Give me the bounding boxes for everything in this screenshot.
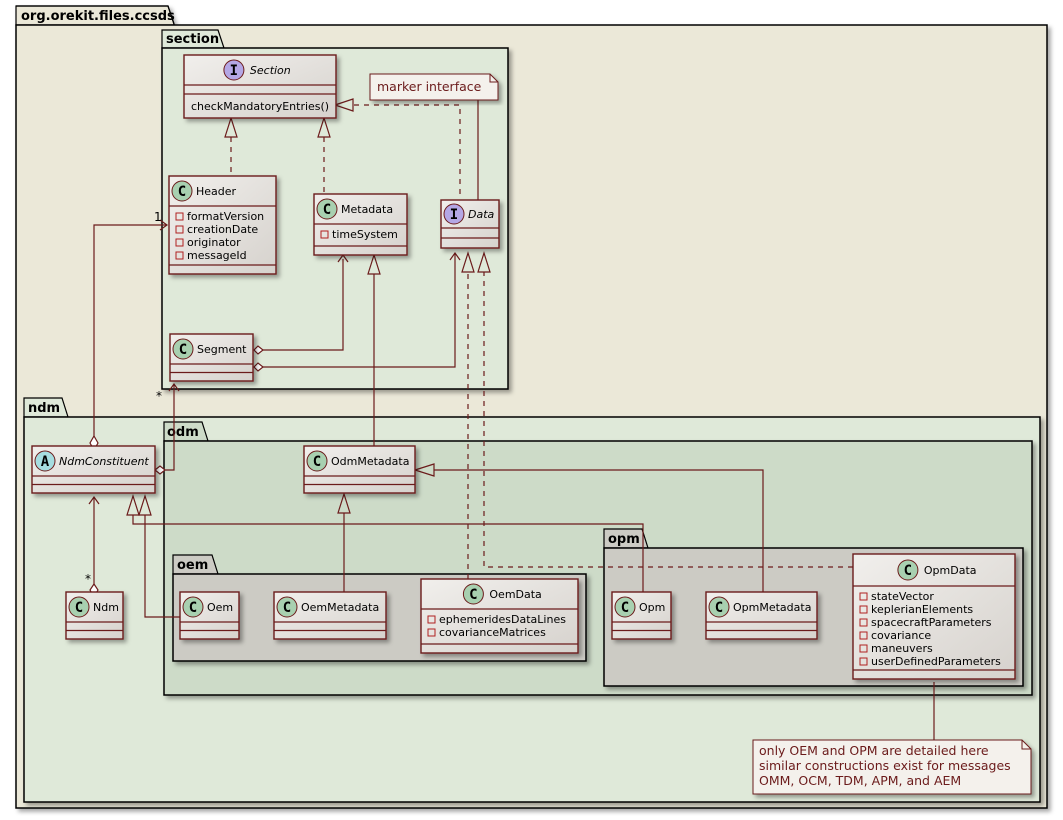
svg-text:C: C: [189, 600, 197, 616]
package-oem-label: oem: [177, 558, 208, 573]
class-name: OemMetadata: [301, 601, 379, 614]
class-attribute: covarianceMatrices: [439, 626, 546, 639]
package-ndm-label: ndm: [28, 401, 60, 416]
class-header[interactable]: C Header formatVersioncreationDateoriginat…: [168, 175, 277, 275]
svg-text:C: C: [313, 454, 321, 470]
class-attribute: maneuvers: [871, 642, 933, 655]
note-marker-interface: marker interface: [369, 73, 499, 101]
class-name: Segment: [197, 343, 247, 356]
class-icon: C: [614, 596, 636, 618]
class-opm-data[interactable]: C OpmData stateVectorkeplerianElementsspac…: [852, 553, 1016, 680]
class-name: OdmMetadata: [331, 455, 409, 468]
class-icon: C: [316, 198, 338, 220]
abstract-icon: A: [34, 450, 56, 472]
class-name: Header: [196, 185, 237, 198]
note-detail: only OEM and OPM are detailed here simil…: [752, 739, 1032, 795]
class-attribute: stateVector: [871, 590, 934, 603]
class-name: Oem: [207, 601, 233, 614]
mult-ndm: *: [85, 572, 91, 586]
svg-text:I: I: [230, 63, 238, 79]
svg-text:C: C: [75, 600, 83, 616]
class-name: OpmMetadata: [733, 601, 811, 614]
class-name: NdmConstituent: [59, 455, 149, 468]
class-attribute: formatVersion: [187, 210, 264, 223]
class-name: Metadata: [341, 203, 393, 216]
class-attribute: covariance: [871, 629, 931, 642]
svg-text:C: C: [715, 600, 723, 616]
class-name: OpmData: [924, 564, 977, 577]
class-opm-metadata[interactable]: C OpmMetadata: [705, 591, 818, 640]
mult-segment: *: [156, 389, 162, 403]
interface-icon: I: [443, 203, 465, 225]
class-section[interactable]: I Section checkMandatoryEntries(): [183, 54, 337, 119]
class-name: Opm: [639, 601, 665, 614]
svg-text:C: C: [621, 600, 629, 616]
class-oem-data[interactable]: C OemData ephemeridesDataLinescovarianceMa…: [420, 578, 579, 654]
package-opm-label: opm: [608, 532, 640, 547]
class-icon: C: [68, 596, 90, 618]
class-attribute: messageId: [187, 249, 247, 262]
svg-text:C: C: [283, 600, 291, 616]
note-detail-line-2: similar constructions exist for messages: [759, 758, 1011, 773]
class-attribute: creationDate: [187, 223, 258, 236]
svg-text:C: C: [178, 184, 186, 200]
class-name: Data: [468, 208, 495, 221]
class-icon: C: [708, 596, 730, 618]
class-opm[interactable]: C Opm: [611, 591, 672, 640]
class-icon: C: [897, 559, 919, 581]
note-marker-text: marker interface: [377, 79, 482, 94]
class-name: OemData: [489, 588, 541, 601]
svg-text:C: C: [904, 563, 912, 579]
package-section-label: section: [166, 32, 219, 47]
svg-text:I: I: [450, 207, 458, 223]
svg-text:A: A: [41, 454, 50, 470]
mult-header: 1: [154, 210, 162, 224]
svg-text:C: C: [179, 342, 187, 358]
class-attribute: originator: [187, 236, 241, 249]
class-odm-metadata[interactable]: C OdmMetadata: [303, 445, 416, 494]
class-attribute: userDefinedParameters: [871, 655, 1001, 668]
class-icon: C: [171, 180, 193, 202]
class-icon: C: [462, 583, 484, 605]
class-diagram: org.orekit.files.ccsds section ndm odm o…: [15, 5, 1048, 809]
class-icon: C: [306, 450, 328, 472]
class-oem-metadata[interactable]: C OemMetadata: [273, 591, 387, 640]
class-attribute: spacecraftParameters: [871, 616, 992, 629]
class-attribute: keplerianElements: [871, 603, 973, 616]
package-odm-label: odm: [167, 425, 199, 440]
svg-text:C: C: [323, 202, 331, 218]
class-data[interactable]: I Data: [440, 199, 500, 249]
class-ndm-constituent[interactable]: A NdmConstituent: [31, 445, 156, 494]
note-detail-line-1: only OEM and OPM are detailed here: [759, 743, 989, 758]
note-detail-line-3: OMM, OCM, TDM, APM, and AEM: [759, 773, 961, 788]
class-icon: C: [182, 596, 204, 618]
class-icon: C: [172, 338, 194, 360]
class-ndm[interactable]: C Ndm: [65, 591, 124, 640]
interface-icon: I: [223, 59, 245, 81]
class-segment[interactable]: C Segment: [169, 333, 254, 382]
class-name: Section: [250, 64, 291, 77]
class-method: checkMandatoryEntries(): [191, 100, 329, 113]
class-icon: C: [276, 596, 298, 618]
class-name: Ndm: [93, 601, 119, 614]
svg-text:C: C: [469, 587, 477, 603]
class-attribute: ephemeridesDataLines: [439, 613, 566, 626]
class-metadata[interactable]: C Metadata timeSystem: [313, 193, 408, 256]
class-oem[interactable]: C Oem: [179, 591, 240, 640]
class-attribute: timeSystem: [332, 228, 398, 241]
package-root-label: org.orekit.files.ccsds: [21, 9, 175, 24]
